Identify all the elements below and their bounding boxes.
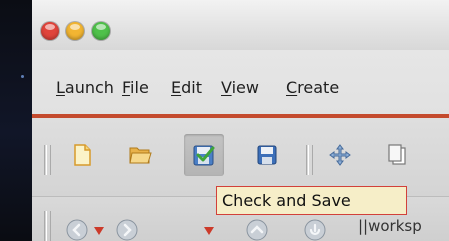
copy-button[interactable] [377,134,417,176]
title-bar [32,0,449,50]
minimize-window-button[interactable] [66,22,84,40]
move-icon [329,144,351,166]
open-folder-button[interactable] [120,134,160,176]
menu-bar: Launch File Edit View Create [32,50,449,118]
menu-file-label: ile [130,78,149,97]
up-icon [246,219,268,241]
check-and-save-icon [193,145,215,166]
menu-launch-label: aunch [64,78,114,97]
menu-edit-accel: E [171,78,182,97]
menu-edit[interactable]: Edit [171,78,202,97]
forward-history-dropdown-icon[interactable] [204,227,214,235]
menu-launch-accel: L [56,78,65,97]
new-file-button[interactable] [62,134,102,176]
up-button[interactable] [246,219,268,241]
back-button[interactable] [66,219,88,241]
back-history-dropdown-icon[interactable] [94,227,104,235]
navbar-grip[interactable] [44,211,51,241]
app-window: Launch File Edit View Create ||worksp Ch… [32,0,449,241]
menu-file-accel: F [122,78,131,97]
refresh-icon [304,219,326,241]
copy-icon [388,144,406,165]
desktop-background [0,0,32,241]
menu-file[interactable]: File [122,78,149,97]
close-window-button[interactable] [41,22,59,40]
menu-view[interactable]: View [221,78,259,97]
save-button[interactable] [247,134,287,176]
menu-view-accel: V [221,78,232,97]
refresh-button[interactable] [304,219,326,241]
toolbar-grip[interactable] [306,145,313,175]
menu-create-accel: C [286,78,298,97]
path-breadcrumb[interactable]: ||worksp [358,217,449,241]
new-file-icon [74,144,91,166]
menu-launch[interactable]: Launch [56,78,114,97]
back-icon [66,219,88,241]
forward-button[interactable] [116,219,138,241]
check-and-save-button[interactable] [184,134,224,176]
menu-view-label: iew [231,78,259,97]
menu-create-label: reate [297,78,340,97]
move-button[interactable] [320,134,360,176]
desktop-star [21,75,24,78]
open-folder-icon [129,147,152,164]
check-and-save-tooltip: Check and Save [216,186,407,215]
menu-edit-label: dit [181,78,202,97]
menu-create[interactable]: Create [286,78,339,97]
maximize-window-button[interactable] [92,22,110,40]
save-icon [257,145,277,165]
toolbar-grip[interactable] [44,145,51,175]
forward-icon [116,219,138,241]
